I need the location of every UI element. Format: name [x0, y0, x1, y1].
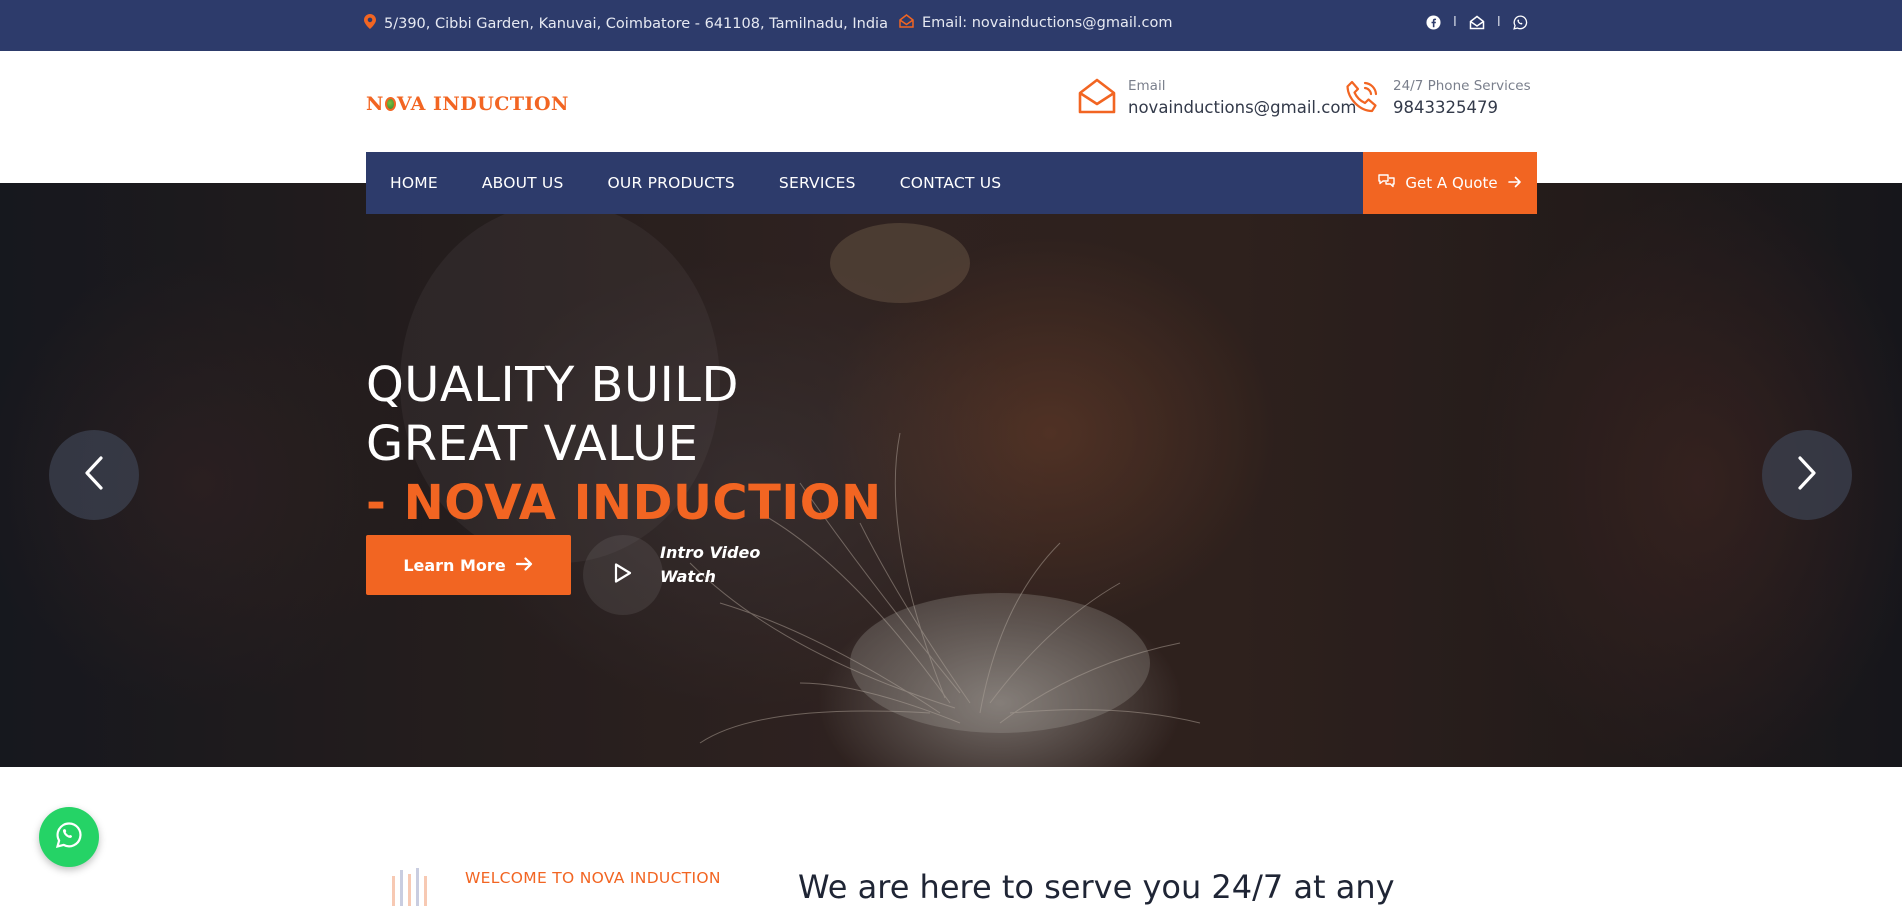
slider-prev-button[interactable]	[49, 430, 139, 520]
learn-more-button[interactable]: Learn More	[366, 535, 571, 595]
intro-video-label[interactable]: Intro Video Watch	[660, 541, 760, 589]
envelope-open-icon	[899, 14, 914, 32]
hero-title-line-3: - NOVA INDUCTION	[366, 475, 882, 531]
whatsapp-icon	[55, 821, 83, 853]
play-video-button[interactable]	[583, 535, 663, 615]
whatsapp-chat-button[interactable]	[39, 807, 99, 867]
arrow-right-icon	[515, 556, 534, 575]
topbar-email-block[interactable]: Email: novainductions@gmail.com	[899, 14, 1173, 32]
chat-bubbles-icon	[1378, 174, 1396, 192]
site-logo[interactable]: N VA INDUCTION	[366, 93, 569, 115]
welcome-label: WELCOME TO NOVA INDUCTION	[465, 869, 721, 887]
phone-label: 24/7 Phone Services	[1393, 78, 1531, 94]
hero-title-line-2: GREAT VALUE	[366, 416, 699, 472]
welcome-heading: We are here to serve you 24/7 at any	[798, 868, 1395, 906]
topbar-email-text[interactable]: Email: novainductions@gmail.com	[922, 15, 1173, 31]
location-pin-icon	[364, 14, 376, 33]
whatsapp-icon[interactable]	[1513, 14, 1529, 30]
chevron-right-icon	[1796, 456, 1818, 494]
social-separator: I	[1453, 14, 1457, 30]
intro-video-line: Intro Video	[660, 543, 761, 562]
facebook-icon[interactable]	[1425, 14, 1441, 30]
arrow-right-icon	[1507, 174, 1522, 192]
hero-overlay	[0, 183, 1902, 767]
learn-more-label: Learn More	[403, 555, 506, 575]
phone-value[interactable]: 9843325479	[1393, 96, 1531, 120]
hero-slider: QUALITY BUILD GREAT VALUE - NOVA INDUCTI…	[0, 183, 1902, 767]
nav-item-home[interactable]: HOME	[390, 174, 438, 192]
social-links: I I	[1425, 14, 1529, 30]
mail-icon[interactable]	[1469, 14, 1485, 30]
get-a-quote-label: Get A Quote	[1405, 174, 1498, 192]
nav-item-our-products[interactable]: OUR PRODUCTS	[608, 174, 735, 192]
play-icon	[613, 562, 633, 588]
nav-item-services[interactable]: SERVICES	[779, 174, 856, 192]
envelope-open-icon	[1078, 78, 1116, 118]
chevron-left-icon	[83, 456, 105, 494]
logo-text-start: N	[366, 93, 384, 115]
email-label: Email	[1128, 78, 1166, 94]
address-block: 5/390, Cibbi Garden, Kanuvai, Coimbatore…	[364, 14, 888, 33]
top-bar: 5/390, Cibbi Garden, Kanuvai, Coimbatore…	[0, 0, 1902, 51]
phone-icon	[1343, 78, 1381, 120]
decorative-bars-icon	[390, 866, 434, 910]
header-email-contact[interactable]: Email novainductions@gmail.com	[1078, 78, 1357, 120]
social-separator: I	[1496, 14, 1501, 30]
nav-item-about-us[interactable]: ABOUT US	[482, 174, 564, 192]
slider-next-button[interactable]	[1762, 430, 1852, 520]
email-value[interactable]: novainductions@gmail.com	[1128, 96, 1357, 120]
logo-emblem-icon	[384, 97, 396, 111]
watch-line: Watch	[660, 567, 716, 586]
logo-text-end: VA INDUCTION	[396, 93, 569, 115]
address-text: 5/390, Cibbi Garden, Kanuvai, Coimbatore…	[384, 15, 888, 32]
hero-title-line-1: QUALITY BUILD	[366, 357, 739, 413]
get-a-quote-button[interactable]: Get A Quote	[1363, 152, 1537, 214]
header-phone-contact[interactable]: 24/7 Phone Services 9843325479	[1343, 78, 1531, 120]
nav-item-contact-us[interactable]: CONTACT US	[900, 174, 1002, 192]
main-navigation: HOME ABOUT US OUR PRODUCTS SERVICES CONT…	[366, 152, 1537, 214]
